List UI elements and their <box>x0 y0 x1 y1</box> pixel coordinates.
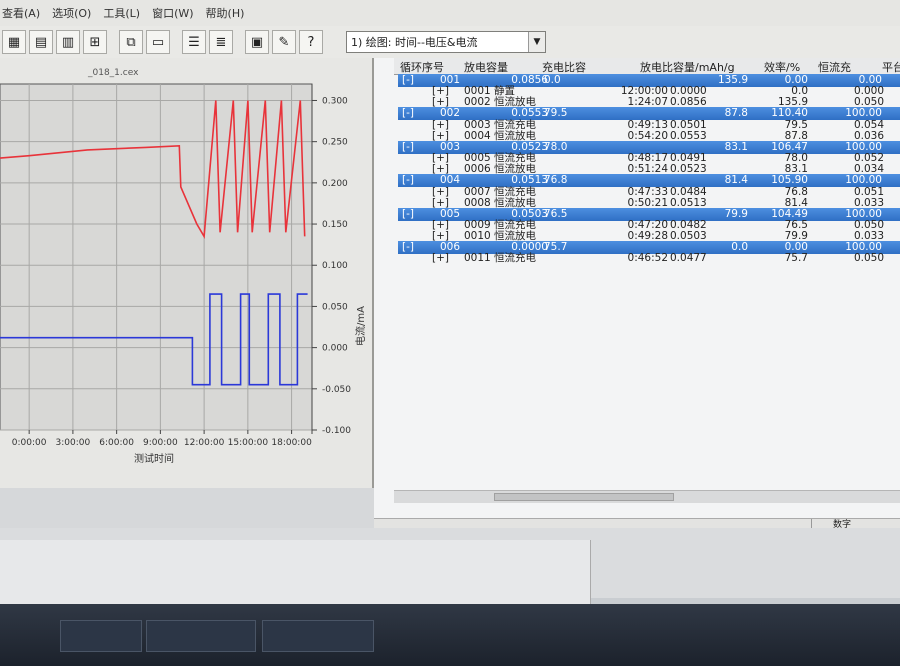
col-cycle-no[interactable]: 循环序号 <box>400 59 444 75</box>
y-tick-label: 0.250 <box>322 138 348 148</box>
taskbar-button[interactable] <box>60 620 142 652</box>
edit-icon[interactable]: ✎ <box>272 30 296 54</box>
plot-select[interactable]: 1) 绘图: 时间--电压&电流 ▼ <box>346 31 546 53</box>
col-charge-specific[interactable]: 充电比容 <box>542 59 586 75</box>
taskbar-button[interactable] <box>262 620 374 652</box>
col-efficiency[interactable]: 效率/% <box>764 59 800 75</box>
toolbar: ▦ ▤ ▥ ⊞ ⧉ ▭ ☰ ≣ ▣ ✎ ? 1) 绘图: 时间--电压&电流 ▼ <box>0 26 900 59</box>
x-tick-label: 12:00:00 <box>184 438 225 448</box>
table-cell: 0:46:52 <box>627 252 668 265</box>
table-cell: 0011 <box>464 252 491 265</box>
y-tick-label: 0.050 <box>322 302 348 312</box>
help-icon[interactable]: ? <box>299 30 323 54</box>
table-cell: 0.0477 <box>670 252 707 265</box>
table-cell: 恒流充电 <box>494 252 536 265</box>
table-cell: 75.7 <box>784 252 808 265</box>
voltage-current-chart: 0.300 0.250 0.200 0.150 0.100 0.050 0.000 -0.05… <box>0 83 367 465</box>
y-tick-label: 0.150 <box>322 220 348 230</box>
list-icon[interactable]: ☰ <box>182 30 206 54</box>
col-discharge-specific[interactable]: 放电比容量/mAh/g <box>640 59 735 75</box>
tile-icon[interactable]: ⊞ <box>83 30 107 54</box>
menu-help[interactable]: 帮助(H) <box>206 5 245 21</box>
y-tick-label: 0.000 <box>322 344 348 354</box>
x-tick-label: 15:00:00 <box>228 438 269 448</box>
status-mode: 数字 <box>811 519 872 528</box>
table-cell: 0.050 <box>853 252 884 265</box>
y-tick-label: 0.300 <box>322 96 348 106</box>
table-header: 循环序号 放电容量 充电比容 放电比容量/mAh/g 效率/% 恒流充 平台 <box>394 58 900 75</box>
taskbar <box>0 604 900 666</box>
menu-tools[interactable]: 工具(L) <box>103 5 140 21</box>
y-tick-label: -0.050 <box>322 385 351 395</box>
y-axis-label: 电流/mA <box>354 306 367 346</box>
plot-area <box>0 83 313 431</box>
menu-bar: 查看(A) 选项(O) 工具(L) 窗口(W) 帮助(H) <box>0 0 900 27</box>
x-tick-label: 9:00:00 <box>143 438 178 448</box>
col-cc-charge[interactable]: 恒流充 <box>818 59 851 75</box>
y-tick-label: 0.100 <box>322 261 348 271</box>
x-tick-label: 0:00:00 <box>12 438 47 448</box>
chart-panel: _018_1.cex 0.300 0.250 0.200 0.150 0.100 0.05… <box>0 58 374 488</box>
chevron-down-icon[interactable]: ▼ <box>528 32 545 52</box>
print-icon[interactable]: ▣ <box>245 30 269 54</box>
horizontal-scrollbar[interactable] <box>394 490 900 503</box>
col-discharge-cap[interactable]: 放电容量 <box>464 59 508 75</box>
col-platform[interactable]: 平台 <box>882 59 900 75</box>
grid-icon[interactable]: ▦ <box>2 30 26 54</box>
layout-alt-icon[interactable]: ▥ <box>56 30 80 54</box>
menu-window[interactable]: 窗口(W) <box>152 5 193 21</box>
x-tick-label: 6:00:00 <box>99 438 134 448</box>
step-row[interactable]: [+] 0011 恒流充电 0:46:52 0.0477 75.7 0.050 <box>398 252 900 265</box>
plot-select-value: 1) 绘图: 时间--电压&电流 <box>351 36 478 49</box>
copy-icon[interactable]: ⧉ <box>119 30 143 54</box>
y-tick-label: 0.200 <box>322 179 348 189</box>
status-bar: 数字 <box>374 518 900 528</box>
x-axis-label: 测试时间 <box>134 452 174 465</box>
layout-icon[interactable]: ▤ <box>29 30 53 54</box>
menu-view[interactable]: 查看(A) <box>2 5 40 21</box>
list-alt-icon[interactable]: ≣ <box>209 30 233 54</box>
scrollbar-thumb[interactable] <box>494 493 674 501</box>
help-label: ? <box>307 34 315 50</box>
chart-lower-area <box>0 488 374 528</box>
paste-icon[interactable]: ▭ <box>146 30 170 54</box>
menu-options[interactable]: 选项(O) <box>52 5 91 21</box>
empty-panel <box>0 540 591 610</box>
taskbar-button[interactable] <box>146 620 256 652</box>
x-tick-label: 3:00:00 <box>56 438 91 448</box>
x-tick-label: 18:00:00 <box>271 438 312 448</box>
expand-toggle[interactable]: [+] <box>432 252 449 265</box>
y-tick-label: -0.100 <box>322 426 351 436</box>
cycle-table-panel: 循环序号 放电容量 充电比容 放电比容量/mAh/g 效率/% 恒流充 平台 [… <box>374 58 900 528</box>
